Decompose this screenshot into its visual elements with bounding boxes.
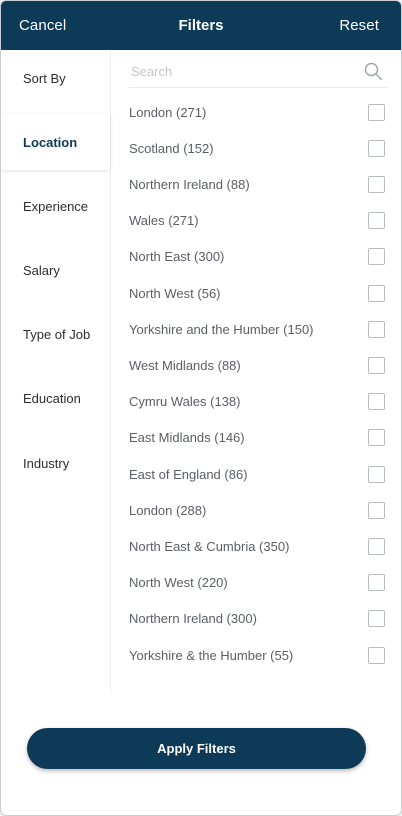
filters-screen: Cancel Filters Reset Sort By Location Ex… xyxy=(0,0,402,816)
sidebar-item-label: Salary xyxy=(23,262,60,278)
apply-filters-button[interactable]: Apply Filters xyxy=(27,728,366,769)
location-checkbox[interactable] xyxy=(368,428,385,446)
list-item[interactable]: West Midlands (88) xyxy=(129,350,385,380)
sidebar-item-sort-by[interactable]: Sort By xyxy=(1,50,110,106)
location-label: East Midlands (146) xyxy=(129,429,245,445)
location-label: East of England (86) xyxy=(129,466,248,482)
location-checkbox[interactable] xyxy=(368,573,385,591)
location-checkbox[interactable] xyxy=(368,139,385,157)
list-item[interactable]: North East (300) xyxy=(129,241,385,271)
location-label: North East & Cumbria (350) xyxy=(129,538,290,554)
list-item[interactable]: Yorkshire & the Humber (55) xyxy=(129,640,385,670)
list-item[interactable]: Cymru Wales (138) xyxy=(129,386,385,416)
location-label: West Midlands (88) xyxy=(129,357,241,373)
list-item[interactable]: East of England (86) xyxy=(129,459,385,489)
list-item[interactable]: Scotland (152) xyxy=(129,133,385,163)
sidebar-item-label: Industry xyxy=(23,455,70,471)
list-item[interactable]: North East & Cumbria (350) xyxy=(129,531,385,561)
location-label: Northern Ireland (300) xyxy=(129,610,257,626)
sidebar-item-type-of-job[interactable]: Type of Job xyxy=(1,306,110,362)
location-checkbox[interactable] xyxy=(368,175,385,193)
sidebar-item-experience[interactable]: Experience xyxy=(1,178,110,234)
list-item[interactable]: Northern Ireland (300) xyxy=(129,603,385,633)
sidebar-item-industry[interactable]: Industry xyxy=(1,435,110,491)
location-options-panel: London (271) Scotland (152) Northern Ire… xyxy=(112,50,401,700)
sidebar-item-label: Location xyxy=(23,134,78,150)
location-checkbox[interactable] xyxy=(368,211,385,229)
sidebar-item-label: Education xyxy=(23,390,81,406)
location-label: Yorkshire and the Humber (150) xyxy=(129,321,314,337)
list-item[interactable]: North West (56) xyxy=(129,278,385,308)
list-item[interactable]: North West (220) xyxy=(129,567,385,597)
location-checkbox[interactable] xyxy=(368,284,385,302)
location-label: Northern Ireland (88) xyxy=(129,176,250,192)
list-item[interactable]: London (288) xyxy=(129,495,385,525)
location-checkbox[interactable] xyxy=(368,609,385,627)
location-label: Cymru Wales (138) xyxy=(129,393,241,409)
search-icon[interactable] xyxy=(363,61,383,81)
location-label: Scotland (152) xyxy=(129,140,214,156)
list-item[interactable]: East Midlands (146) xyxy=(129,422,385,452)
location-checkbox[interactable] xyxy=(368,537,385,555)
filter-category-sidebar: Sort By Location Experience Salary Type … xyxy=(1,50,111,693)
list-item[interactable]: Northern Ireland (88) xyxy=(129,169,385,199)
sidebar-item-label: Type of Job xyxy=(23,326,91,342)
location-label: North West (220) xyxy=(129,574,228,590)
search-bar xyxy=(129,60,387,88)
list-item[interactable]: London (271) xyxy=(129,97,385,127)
location-checkbox[interactable] xyxy=(368,247,385,265)
location-checkbox[interactable] xyxy=(368,103,385,121)
list-item[interactable]: Wales (271) xyxy=(129,205,385,235)
location-label: Yorkshire & the Humber (55) xyxy=(129,647,294,663)
location-checkbox[interactable] xyxy=(368,501,385,519)
sidebar-item-salary[interactable]: Salary xyxy=(1,242,110,298)
location-label: Wales (271) xyxy=(129,212,199,228)
sidebar-item-label: Sort By xyxy=(23,70,66,86)
location-label: London (271) xyxy=(129,104,207,120)
sidebar-item-label: Experience xyxy=(23,198,89,214)
location-label: North East (300) xyxy=(129,248,225,264)
search-input[interactable] xyxy=(129,60,349,82)
header-bar: Cancel Filters Reset xyxy=(1,1,401,50)
reset-button[interactable]: Reset xyxy=(339,17,379,34)
location-checkbox[interactable] xyxy=(368,646,385,664)
sidebar-item-location[interactable]: Location xyxy=(1,114,110,170)
sidebar-item-education[interactable]: Education xyxy=(1,370,110,426)
location-checkbox[interactable] xyxy=(368,356,385,374)
location-checkbox[interactable] xyxy=(368,465,385,483)
location-checkbox[interactable] xyxy=(368,392,385,410)
location-checkbox[interactable] xyxy=(368,320,385,338)
list-item[interactable]: Yorkshire and the Humber (150) xyxy=(129,314,385,344)
location-label: London (288) xyxy=(129,502,207,518)
location-label: North West (56) xyxy=(129,285,221,301)
